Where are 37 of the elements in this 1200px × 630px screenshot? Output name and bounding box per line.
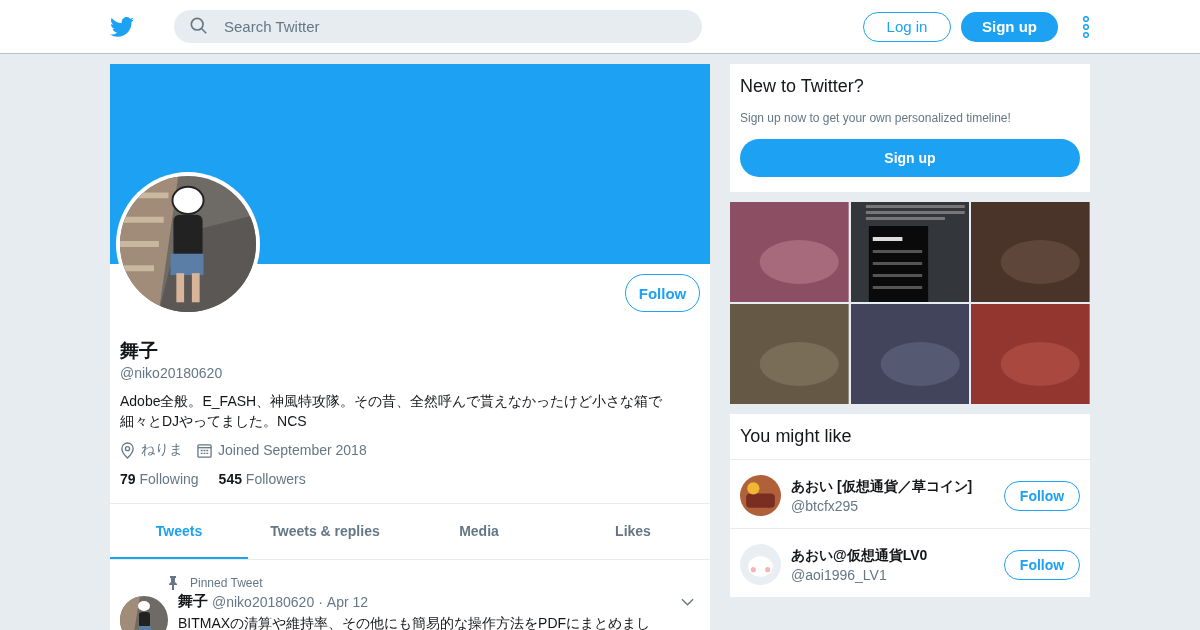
search-field[interactable]: Search Twitter xyxy=(174,10,702,43)
profile-bio: Adobe全般。E_FASH、神風特攻隊。その昔、全然呼んで貰えなかったけど小さな箱で細々とDJやってました。NCS xyxy=(120,392,664,431)
account-handle: @btcfx295 xyxy=(791,497,860,514)
profile-tab[interactable]: Media xyxy=(402,504,556,559)
signup-button[interactable]: Sign up xyxy=(961,11,1058,42)
login-button[interactable]: Log in xyxy=(863,11,951,42)
pin-icon xyxy=(168,576,178,590)
location-icon xyxy=(120,441,135,459)
follow-button[interactable]: Follow xyxy=(625,274,700,312)
bird-icon[interactable] xyxy=(110,16,134,37)
location-text: ねりま xyxy=(141,441,183,459)
account-handle: @aoi1996_LV1 xyxy=(791,566,888,583)
tweet-handle: @niko20180620 xyxy=(212,593,315,610)
stat-link[interactable]: 79 Following xyxy=(120,471,199,487)
card-title: New to Twitter? xyxy=(740,76,865,97)
account-name: あおい [仮想通貨／草コイン] xyxy=(791,477,974,496)
separator-dot: · xyxy=(318,593,323,610)
search-icon xyxy=(190,17,208,35)
joined-date: Joined September 2018 xyxy=(218,442,367,458)
profile-tab[interactable]: Likes xyxy=(556,504,710,559)
profile-handle: @niko20180620 xyxy=(120,365,224,381)
follow-button[interactable]: Follow xyxy=(1004,549,1080,580)
more-icon[interactable] xyxy=(1082,15,1090,38)
stat-link[interactable]: 545 Followers xyxy=(218,471,306,487)
calendar-icon xyxy=(197,441,212,459)
account-name: あおい@仮想通貨LV0 xyxy=(791,546,929,565)
follow-button[interactable]: Follow xyxy=(1004,480,1080,511)
chevron-icon[interactable] xyxy=(681,597,694,606)
tweet-text: BITMAXの清算や維持率、その他にも簡易的な操作方法をPDFにまとめまし xyxy=(178,615,652,630)
signup-text: Sign up now to get your own personalized timeline! xyxy=(740,111,1012,125)
signup-button[interactable]: Sign up xyxy=(740,139,1080,177)
card-title: You might like xyxy=(730,414,1090,460)
profile-tab[interactable]: Tweets & replies xyxy=(248,504,402,559)
pinned-label: Pinned Tweet xyxy=(190,576,263,590)
tweet-author: 舞子 xyxy=(178,592,208,611)
tweet-date: Apr 12 xyxy=(326,593,369,610)
profile-name: 舞子 xyxy=(120,339,159,363)
